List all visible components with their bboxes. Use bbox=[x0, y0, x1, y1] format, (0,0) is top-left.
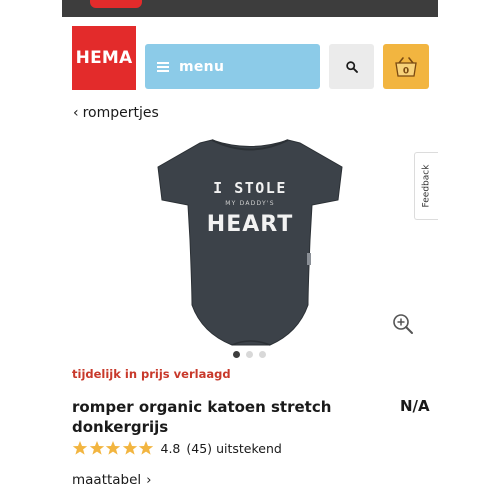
product-image[interactable]: I STOLE MY DADDY'S HEART bbox=[140, 125, 360, 350]
size-chart-label: maattabel bbox=[72, 472, 142, 488]
menu-button[interactable]: menu bbox=[145, 44, 320, 89]
rating-score: 4.8 bbox=[160, 440, 181, 456]
print-line-2: MY DADDY'S bbox=[225, 200, 274, 207]
top-bar-brand-tab bbox=[90, 0, 142, 8]
product-title: romper organic katoen stretch donkergrij… bbox=[72, 398, 332, 436]
top-bar bbox=[62, 0, 438, 17]
cart-count: 0 bbox=[403, 66, 409, 76]
hema-logo[interactable]: HEMA bbox=[72, 26, 136, 90]
carousel-dot[interactable] bbox=[246, 351, 253, 358]
romper-body bbox=[157, 139, 343, 346]
cart-button[interactable]: 0 bbox=[383, 44, 429, 89]
breadcrumb[interactable]: ‹ rompertjes bbox=[73, 105, 159, 121]
product-price: N/A bbox=[400, 397, 430, 415]
promo-label: tijdelijk in prijs verlaagd bbox=[72, 367, 231, 381]
breadcrumb-label: rompertjes bbox=[82, 105, 159, 121]
size-chart-link[interactable]: maattabel › bbox=[72, 472, 151, 488]
star-icon bbox=[122, 441, 137, 455]
chevron-left-icon: ‹ bbox=[73, 105, 79, 121]
logo-text: HEMA bbox=[75, 48, 133, 68]
star-icon bbox=[89, 441, 104, 455]
zoom-icon[interactable] bbox=[392, 313, 414, 335]
print-line-1: I STOLE bbox=[213, 179, 287, 197]
star-icon bbox=[138, 441, 154, 455]
romper-side-label bbox=[307, 253, 311, 265]
search-button[interactable] bbox=[329, 44, 374, 89]
carousel-dot[interactable] bbox=[233, 351, 240, 358]
page-gutter-right bbox=[438, 0, 500, 500]
menu-button-label: menu bbox=[179, 58, 225, 75]
rating-count: (45) bbox=[186, 440, 213, 456]
print-line-3: HEART bbox=[207, 212, 293, 237]
rating-verdict: uitstekend bbox=[216, 440, 282, 456]
carousel-dots bbox=[233, 351, 266, 358]
hamburger-icon bbox=[157, 61, 169, 72]
page-gutter-left bbox=[0, 0, 62, 500]
star-icon bbox=[72, 441, 88, 455]
chevron-right-icon: › bbox=[146, 472, 152, 488]
feedback-tab[interactable]: Feedback bbox=[414, 152, 438, 220]
basket-icon: 0 bbox=[395, 56, 417, 77]
rating[interactable]: 4.8 (45) uitstekend bbox=[72, 440, 282, 456]
carousel-dot[interactable] bbox=[259, 351, 266, 358]
star-rating bbox=[72, 440, 155, 456]
search-icon bbox=[345, 60, 358, 73]
star-icon bbox=[105, 441, 121, 455]
feedback-label: Feedback bbox=[421, 164, 432, 208]
